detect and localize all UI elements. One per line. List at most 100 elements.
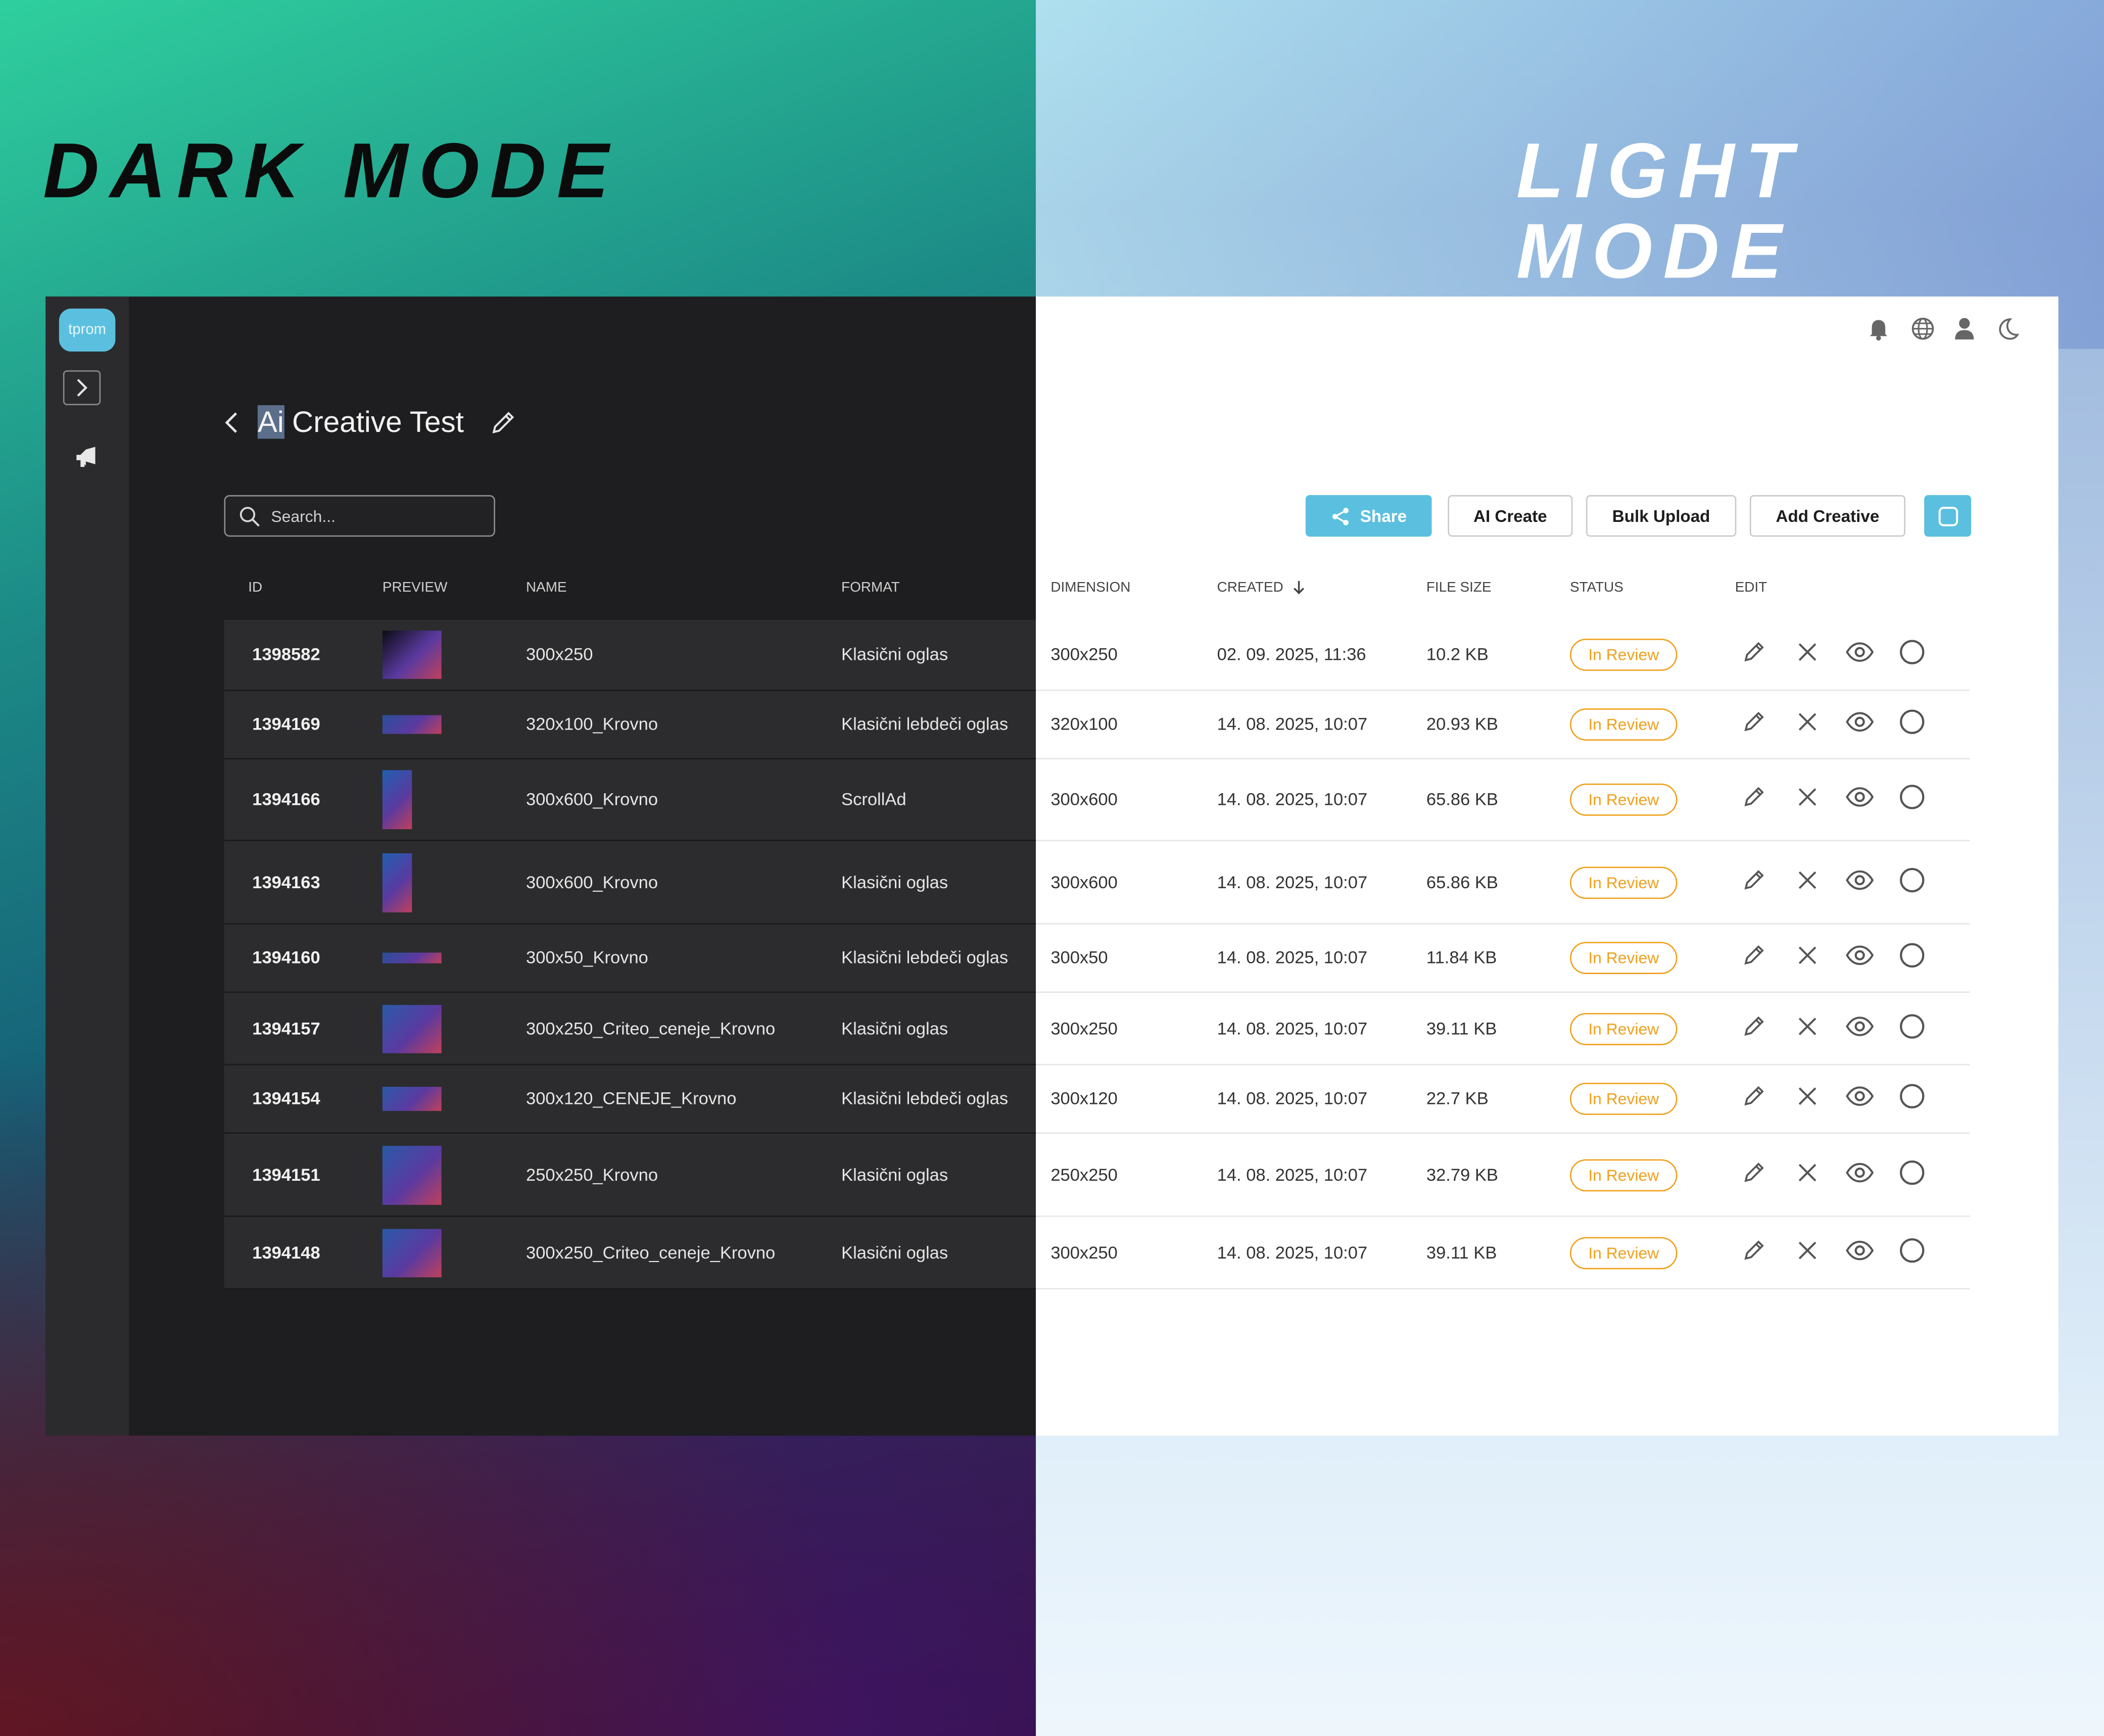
ai-create-button[interactable]: AI Create	[1448, 495, 1573, 537]
cell-id: 1394148	[252, 1241, 320, 1262]
preview-eye-icon[interactable]	[1845, 641, 1874, 669]
column-header-created[interactable]: CREATED	[1217, 580, 1306, 596]
select-circle-icon[interactable]	[1899, 866, 1926, 899]
edit-icon[interactable]	[1742, 943, 1766, 974]
cell-id: 1394169	[252, 713, 320, 734]
row-divider	[1036, 1288, 1970, 1290]
cell-format: Klasični lebdeči oglas	[841, 947, 1009, 968]
back-chevron-icon[interactable]	[223, 409, 242, 443]
cell-dimension: 300x250	[1050, 1018, 1118, 1038]
preview-thumbnail[interactable]	[382, 1087, 442, 1111]
cell-file-size: 11.84 KB	[1426, 947, 1497, 968]
column-header-preview[interactable]: PREVIEW	[382, 580, 448, 596]
share-button[interactable]: Share	[1305, 495, 1432, 537]
bell-icon[interactable]	[1868, 317, 1889, 341]
cell-name: 300x120_CENEJE_Krovno	[525, 1088, 737, 1108]
cell-format: Klasični lebdeči oglas	[841, 1088, 1009, 1108]
user-icon[interactable]	[1954, 317, 1975, 341]
delete-icon[interactable]	[1797, 711, 1818, 739]
select-circle-icon[interactable]	[1899, 639, 1926, 672]
preview-eye-icon[interactable]	[1845, 1161, 1874, 1189]
preview-thumbnail[interactable]	[382, 770, 412, 830]
search-input[interactable]	[271, 504, 486, 529]
moon-icon[interactable]	[1997, 317, 2020, 341]
table-row-light[interactable]	[1036, 924, 1970, 992]
table-row-light[interactable]	[1036, 1217, 1970, 1288]
row-divider	[224, 1288, 1036, 1290]
search-box[interactable]	[224, 495, 495, 537]
select-circle-icon[interactable]	[1899, 942, 1926, 975]
preview-eye-icon[interactable]	[1845, 711, 1874, 739]
delete-icon[interactable]	[1797, 641, 1818, 669]
table-row-light[interactable]	[1036, 619, 1970, 690]
edit-icon[interactable]	[1742, 867, 1766, 898]
delete-icon[interactable]	[1797, 1015, 1818, 1043]
edit-icon[interactable]	[1742, 785, 1766, 816]
share-icon	[1332, 507, 1348, 525]
edit-icon[interactable]	[1742, 1238, 1766, 1269]
table-row-light[interactable]	[1036, 841, 1970, 924]
preview-thumbnail[interactable]	[382, 715, 442, 734]
delete-icon[interactable]	[1797, 945, 1818, 973]
table-row-light[interactable]	[1036, 759, 1970, 840]
preview-thumbnail[interactable]	[382, 1228, 442, 1277]
preview-eye-icon[interactable]	[1845, 1085, 1874, 1114]
sidebar-expand-button[interactable]	[63, 370, 101, 405]
edit-icon[interactable]	[1742, 1084, 1766, 1115]
bulk-upload-button[interactable]: Bulk Upload	[1586, 495, 1737, 537]
light-mode-title: LIGHT MODE	[1516, 127, 1804, 296]
delete-icon[interactable]	[1797, 1239, 1818, 1267]
edit-icon[interactable]	[1742, 640, 1766, 671]
edit-icon[interactable]	[1742, 710, 1766, 741]
column-header-file-size[interactable]: FILE SIZE	[1426, 580, 1492, 596]
select-circle-icon[interactable]	[1899, 1159, 1926, 1192]
view-toggle-button[interactable]	[1924, 495, 1972, 537]
campaigns-megaphone-icon[interactable]	[74, 446, 98, 476]
delete-icon[interactable]	[1797, 1161, 1818, 1189]
preview-eye-icon[interactable]	[1845, 1015, 1874, 1043]
status-badge: In Review	[1570, 1083, 1678, 1115]
page-title-text: Creative Test	[283, 405, 464, 439]
table-row-light[interactable]	[1036, 993, 1970, 1064]
select-circle-icon[interactable]	[1899, 1012, 1926, 1046]
select-circle-icon[interactable]	[1899, 1236, 1926, 1270]
select-circle-icon[interactable]	[1899, 1083, 1926, 1116]
cell-created: 02. 09. 2025, 11:36	[1217, 644, 1366, 664]
preview-thumbnail[interactable]	[382, 852, 412, 912]
cell-file-size: 39.11 KB	[1426, 1018, 1497, 1038]
app-logo[interactable]: tprom	[59, 308, 116, 352]
preview-eye-icon[interactable]	[1845, 945, 1874, 973]
status-badge: In Review	[1570, 1012, 1678, 1045]
preview-eye-icon[interactable]	[1845, 786, 1874, 814]
cell-file-size: 65.86 KB	[1426, 789, 1498, 809]
column-header-status[interactable]: STATUS	[1570, 580, 1623, 596]
delete-icon[interactable]	[1797, 1085, 1818, 1114]
globe-icon[interactable]	[1911, 317, 1935, 341]
column-header-id[interactable]: ID	[248, 580, 262, 596]
preview-thumbnail[interactable]	[382, 631, 442, 679]
delete-icon[interactable]	[1797, 786, 1818, 814]
delete-icon[interactable]	[1797, 869, 1818, 897]
edit-title-pencil-icon[interactable]	[490, 409, 516, 443]
status-badge: In Review	[1570, 866, 1678, 898]
table-row-light[interactable]	[1036, 1065, 1970, 1133]
select-circle-icon[interactable]	[1899, 784, 1926, 817]
table-row-light[interactable]	[1036, 691, 1970, 758]
cell-id: 1394160	[252, 947, 320, 968]
preview-thumbnail[interactable]	[382, 952, 442, 963]
add-creative-button[interactable]: Add Creative	[1749, 495, 1905, 537]
column-header-dimension[interactable]: DIMENSION	[1050, 580, 1130, 596]
preview-eye-icon[interactable]	[1845, 869, 1874, 897]
edit-icon[interactable]	[1742, 1014, 1766, 1044]
cell-format: Klasični oglas	[841, 1164, 948, 1184]
preview-thumbnail[interactable]	[382, 1145, 442, 1204]
cell-format: Klasični oglas	[841, 644, 948, 664]
status-badge: In Review	[1570, 783, 1678, 816]
select-circle-icon[interactable]	[1899, 708, 1926, 742]
column-header-name[interactable]: NAME	[526, 580, 567, 596]
preview-eye-icon[interactable]	[1845, 1239, 1874, 1267]
preview-thumbnail[interactable]	[382, 1004, 442, 1053]
edit-icon[interactable]	[1742, 1160, 1766, 1191]
table-row-light[interactable]	[1036, 1133, 1970, 1216]
column-header-format[interactable]: FORMAT	[841, 580, 900, 596]
